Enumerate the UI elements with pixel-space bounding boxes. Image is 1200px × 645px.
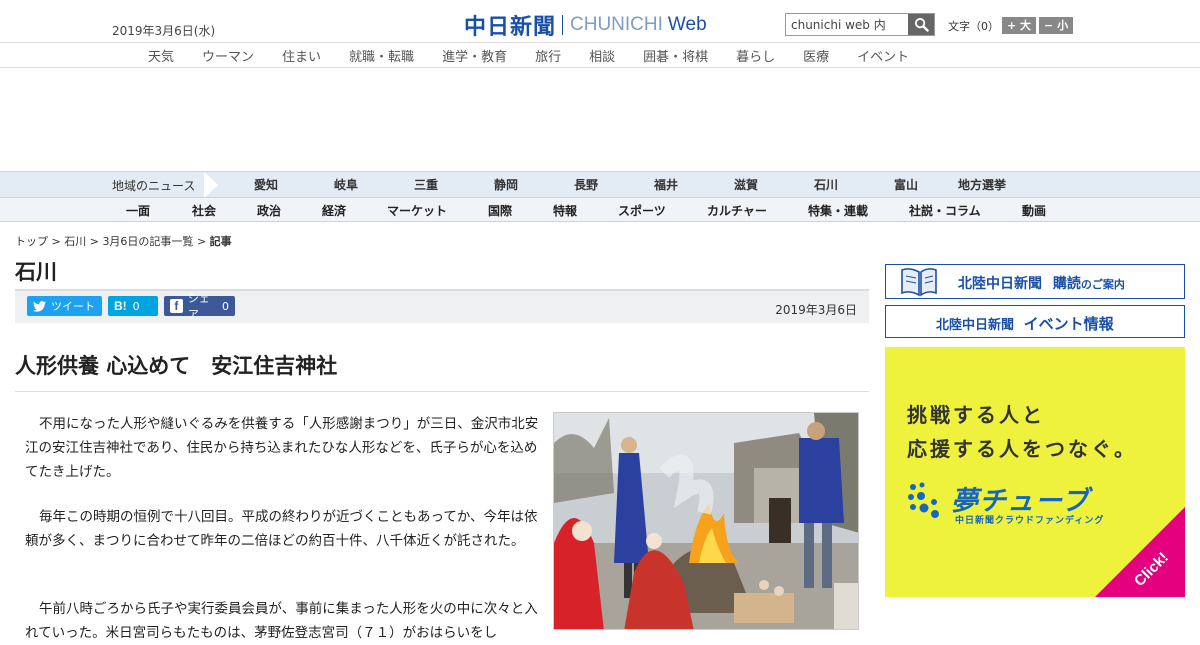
site-logo[interactable]: 中日新聞 CHUNICHI Web (464, 9, 707, 41)
event-info-banner[interactable]: 北陸中日新聞 イベント情報 (885, 305, 1185, 338)
category-nav-item[interactable]: カルチャー (707, 202, 767, 219)
breadcrumb-separator: > (89, 235, 99, 248)
tweet-label: ツイート (51, 300, 95, 313)
newspaper-icon (901, 268, 937, 297)
breadcrumb-separator: > (51, 235, 61, 248)
subscription-banner[interactable]: 北陸中日新聞 購読のご案内 (885, 264, 1185, 299)
article-date: 2019年3月6日 (775, 303, 857, 317)
event-banner-text: 北陸中日新聞 イベント情報 (936, 313, 1114, 334)
hatena-count: 0 (132, 299, 140, 313)
regional-nav-item[interactable]: 石川 (814, 176, 838, 193)
dots-logo-icon (908, 482, 939, 518)
category-nav-item[interactable]: 一面 (126, 202, 150, 219)
article-headline: 人形供養 心込めて 安江住吉神社 (15, 354, 338, 378)
category-nav-item[interactable]: 社会 (192, 202, 216, 219)
breadcrumb: トップ > 石川 > 3月6日の記事一覧 > 記事 (15, 233, 232, 249)
regional-nav-item[interactable]: 地方選挙 (958, 176, 1006, 193)
category-nav: 一面 社会 政治 経済 マーケット 国際 特報 スポーツ カルチャー 特集・連載… (0, 197, 1200, 222)
subscription-banner-text: 北陸中日新聞 購読のご案内 (958, 273, 1125, 293)
regional-nav-item[interactable]: 三重 (414, 176, 438, 193)
subscription-guide: のご案内 (1080, 278, 1125, 291)
breadcrumb-top[interactable]: トップ (15, 235, 48, 248)
top-nav-item[interactable]: 住まい (282, 46, 321, 65)
regional-nav-item[interactable]: 富山 (894, 176, 918, 193)
logo-english: CHUNICHI (570, 14, 663, 35)
ad-subtitle: 中日新聞クラウドファンディング (955, 516, 1105, 526)
subscription-keyword: 購読 (1052, 276, 1081, 292)
event-info-label: イベント情報 (1023, 315, 1114, 333)
facebook-icon: f (170, 299, 183, 313)
facebook-count: 0 (222, 299, 229, 313)
regional-nav-label: 地域のニュース (112, 179, 196, 193)
category-nav-item[interactable]: マーケット (387, 202, 447, 219)
logo-web: Web (667, 14, 707, 35)
facebook-share-label: シェア (187, 292, 210, 321)
top-nav-item[interactable]: 天気 (148, 46, 174, 65)
top-nav-item[interactable]: ウーマン (202, 46, 254, 65)
category-nav-item[interactable]: 特報 (553, 202, 577, 219)
font-size-controls: 文字（0） + 大 − 小 (948, 17, 1074, 34)
ad-line-1: 挑戦する人と (907, 403, 1045, 427)
regional-nav-item[interactable]: 静岡 (494, 176, 518, 193)
breadcrumb-list[interactable]: 3月6日の記事一覧 (102, 235, 193, 248)
site-search (785, 13, 935, 36)
category-nav-item[interactable]: 国際 (488, 202, 512, 219)
article-paragraph: 不用になった人形や縫いぐるみを供養する「人形感謝まつり」が三日、金沢市北安江の安… (25, 416, 539, 480)
twitter-icon (33, 300, 46, 312)
logo-divider (562, 15, 564, 35)
category-nav-item[interactable]: スポーツ (618, 202, 666, 219)
top-nav-item[interactable]: 暮らし (736, 46, 775, 65)
category-nav-item[interactable]: 社説・コラム (909, 202, 981, 219)
subscription-paper-name: 北陸中日新聞 (958, 276, 1042, 292)
top-nav-item[interactable]: 医療 (803, 46, 829, 65)
regional-nav-item[interactable]: 岐阜 (334, 176, 358, 193)
article-paragraph: 午前八時ごろから氏子や実行委員会員が、事前に集まった人形を火の中に次々と入れてい… (25, 601, 538, 641)
font-bigger-button[interactable]: + 大 (1002, 17, 1037, 34)
yume-tube-ad[interactable]: 挑戦する人と 応援する人をつなぐ。 夢チューブ 中日新聞クラウドファンディング … (885, 347, 1185, 597)
tweet-button[interactable]: ツイート (27, 296, 102, 316)
shrine-fire-photo (554, 413, 858, 629)
headline-divider (15, 391, 869, 392)
top-nav-item[interactable]: 就職・転職 (349, 46, 414, 65)
search-icon (914, 17, 929, 32)
top-nav-item[interactable]: 進学・教育 (442, 46, 507, 65)
regional-nav-item[interactable]: 福井 (654, 176, 678, 193)
top-nav-item[interactable]: 相談 (589, 46, 615, 65)
category-nav-item[interactable]: 政治 (257, 202, 281, 219)
top-nav-item[interactable]: イベント (857, 46, 909, 65)
regional-nav: 地域のニュース 愛知 岐阜 三重 静岡 長野 福井 滋賀 石川 富山 地方選挙 (0, 171, 1200, 198)
section-title: 石川 (15, 260, 57, 284)
search-input[interactable] (786, 14, 908, 35)
search-button[interactable] (908, 14, 934, 35)
breadcrumb-region[interactable]: 石川 (64, 235, 86, 248)
regional-nav-item[interactable]: 愛知 (254, 176, 278, 193)
regional-nav-arrow (204, 172, 218, 198)
category-nav-item[interactable]: 特集・連載 (808, 202, 868, 219)
top-nav-item[interactable]: 囲碁・将棋 (643, 46, 708, 65)
top-nav: 天気 ウーマン 住まい 就職・転職 進学・教育 旅行 相談 囲碁・将棋 暮らし … (0, 42, 1200, 68)
breadcrumb-separator: > (196, 235, 207, 248)
hatena-bookmark-button[interactable]: B! 0 (108, 296, 158, 316)
font-size-label: 文字（0） (948, 19, 999, 33)
ad-line-2: 応援する人をつなぐ。 (907, 437, 1137, 461)
event-paper-name: 北陸中日新聞 (936, 318, 1015, 333)
top-nav-item[interactable]: 旅行 (535, 46, 561, 65)
logo-japanese: 中日新聞 (464, 14, 557, 40)
regional-nav-item[interactable]: 滋賀 (734, 176, 758, 193)
font-smaller-button[interactable]: − 小 (1039, 17, 1074, 34)
share-bar: ツイート B! 0 f シェア 0 2019年3月6日 (15, 289, 869, 323)
breadcrumb-current: 記事 (209, 235, 232, 248)
regional-nav-item[interactable]: 長野 (574, 176, 598, 193)
article-photo[interactable] (553, 412, 859, 630)
category-nav-item[interactable]: 経済 (322, 202, 346, 219)
facebook-share-button[interactable]: f シェア 0 (164, 292, 235, 321)
hatena-icon: B! (114, 299, 127, 313)
category-nav-item[interactable]: 動画 (1022, 202, 1046, 219)
article-paragraph: 毎年この時期の恒例で十八回目。平成の終わりが近づくこともあってか、今年は依頼が多… (25, 509, 538, 549)
header-date: 2019年3月6日(水) (112, 24, 216, 38)
